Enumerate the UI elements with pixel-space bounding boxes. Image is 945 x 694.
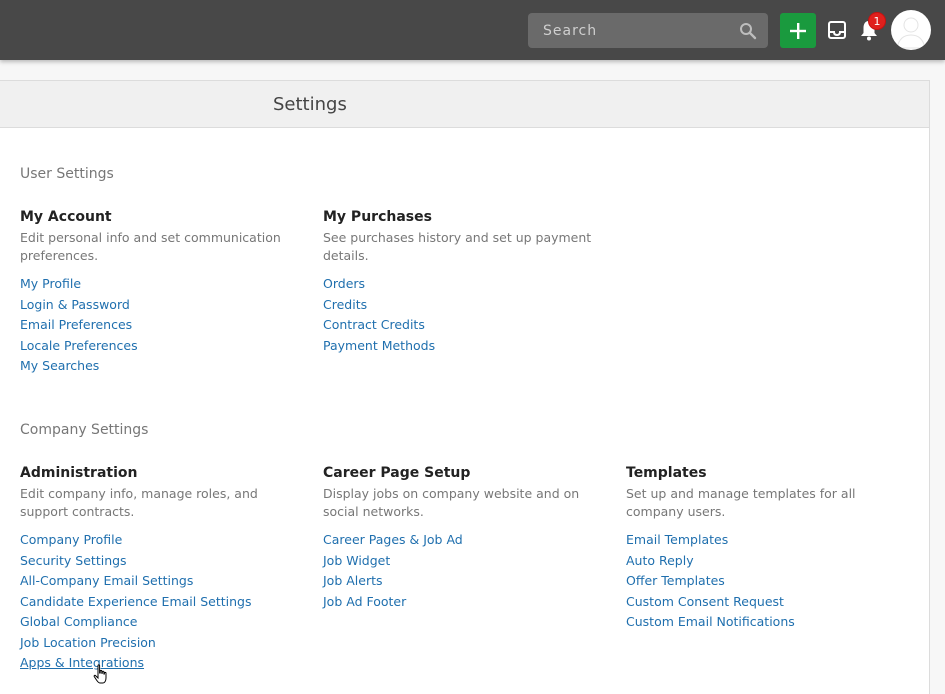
search-input[interactable]: [528, 13, 733, 48]
user-settings-heading: User Settings: [20, 166, 114, 182]
administration-description: Edit company info, manage roles, and sup…: [20, 486, 258, 519]
plus-icon: [790, 23, 806, 39]
page-title: Settings: [273, 94, 347, 115]
link-my-searches[interactable]: My Searches: [20, 358, 99, 373]
my-account-section: My Account Edit personal info and set co…: [20, 208, 310, 376]
search-icon[interactable]: [739, 22, 757, 40]
my-purchases-title: My Purchases: [323, 209, 432, 225]
link-company-profile[interactable]: Company Profile: [20, 532, 122, 547]
templates-section: Templates Set up and manage templates fo…: [626, 464, 916, 632]
link-candidate-experience-email-settings[interactable]: Candidate Experience Email Settings: [20, 594, 251, 609]
administration-section: Administration Edit company info, manage…: [20, 464, 310, 673]
link-security-settings[interactable]: Security Settings: [20, 553, 127, 568]
career-page-setup-description: Display jobs on company website and on s…: [323, 486, 580, 519]
link-apps-integrations[interactable]: Apps & Integrations: [20, 655, 144, 670]
page-header: Settings: [0, 80, 930, 128]
link-email-templates[interactable]: Email Templates: [626, 532, 728, 547]
link-my-profile[interactable]: My Profile: [20, 276, 81, 291]
templates-title: Templates: [626, 465, 707, 481]
link-login-password[interactable]: Login & Password: [20, 297, 130, 312]
career-page-setup-section: Career Page Setup Display jobs on compan…: [323, 464, 613, 611]
inbox-icon[interactable]: [827, 20, 847, 40]
link-offer-templates[interactable]: Offer Templates: [626, 573, 725, 588]
career-page-setup-title: Career Page Setup: [323, 465, 471, 481]
user-avatar-icon: [896, 17, 926, 49]
link-all-company-email-settings[interactable]: All-Company Email Settings: [20, 573, 193, 588]
link-job-ad-footer[interactable]: Job Ad Footer: [323, 594, 406, 609]
link-email-preferences[interactable]: Email Preferences: [20, 317, 132, 332]
link-orders[interactable]: Orders: [323, 276, 365, 291]
link-credits[interactable]: Credits: [323, 297, 367, 312]
avatar[interactable]: [891, 10, 931, 50]
notification-badge: 1: [868, 12, 886, 30]
my-account-title: My Account: [20, 209, 112, 225]
link-job-widget[interactable]: Job Widget: [323, 553, 390, 568]
link-locale-preferences[interactable]: Locale Preferences: [20, 338, 138, 353]
my-purchases-section: My Purchases See purchases history and s…: [323, 208, 613, 355]
link-custom-consent-request[interactable]: Custom Consent Request: [626, 594, 784, 609]
link-global-compliance[interactable]: Global Compliance: [20, 614, 137, 629]
hand-cursor-icon: [93, 664, 107, 684]
my-account-description: Edit personal info and set communication…: [20, 230, 281, 263]
link-job-location-precision[interactable]: Job Location Precision: [20, 635, 156, 650]
link-payment-methods[interactable]: Payment Methods: [323, 338, 435, 353]
link-contract-credits[interactable]: Contract Credits: [323, 317, 425, 332]
link-job-alerts[interactable]: Job Alerts: [323, 573, 383, 588]
add-button[interactable]: [780, 13, 816, 48]
link-career-pages-job-ad[interactable]: Career Pages & Job Ad: [323, 532, 463, 547]
templates-description: Set up and manage templates for all comp…: [626, 486, 856, 519]
search-box: [528, 13, 768, 48]
link-custom-email-notifications[interactable]: Custom Email Notifications: [626, 614, 795, 629]
administration-title: Administration: [20, 465, 138, 481]
my-purchases-description: See purchases history and set up payment…: [323, 230, 592, 263]
company-settings-heading: Company Settings: [20, 422, 149, 438]
link-auto-reply[interactable]: Auto Reply: [626, 553, 694, 568]
top-navigation-bar: 1: [0, 0, 945, 60]
